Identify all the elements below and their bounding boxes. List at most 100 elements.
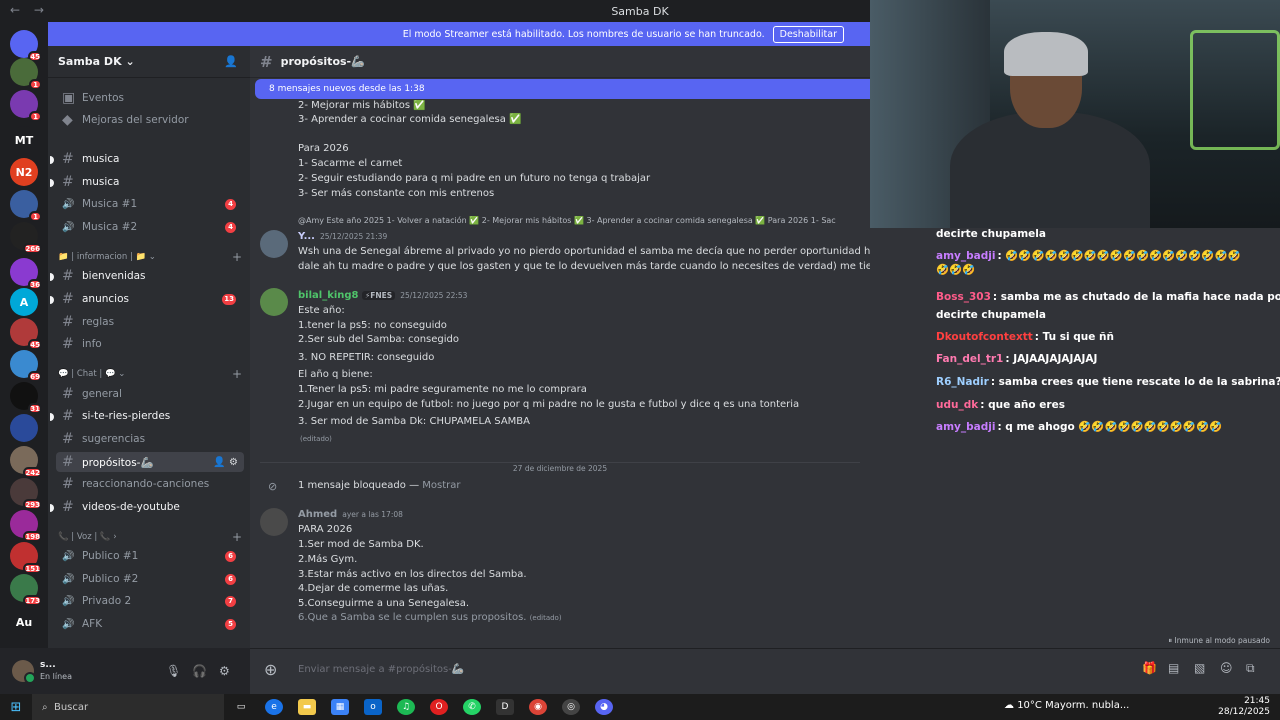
channel-voice-17[interactable]: 🔊 AFK 5 [56,614,244,634]
mention-badge: 6 [225,550,236,562]
server-icon-15[interactable]: 198 [10,510,42,542]
avatar[interactable] [12,660,36,684]
taskbar-search[interactable]: ⌕ Buscar [32,694,224,720]
invite-icon[interactable]: 👤 [224,55,238,68]
message-line: dale ah tu madre o padre y que los gaste… [298,261,870,272]
server-header[interactable]: Samba DK ⌄ 👤 [48,46,250,78]
channel-text-9[interactable]: # si-te-ries-pierdes [50,406,244,426]
channel-text-5[interactable]: # anuncios 13 [50,289,244,309]
reply-reference[interactable]: @Amy Este año 2025 1- Volver a natación … [298,216,870,225]
server-icon-12[interactable] [10,414,38,442]
avatar[interactable] [260,508,288,536]
channel-text-11[interactable]: # propósitos-🦾 👤 ⚙ [56,452,244,472]
add-channel-icon[interactable]: + [232,367,242,381]
whatsapp-icon[interactable]: ✆ [463,699,481,715]
channel-label: musica [82,176,120,188]
back-icon[interactable]: ← [10,3,20,17]
add-channel-icon[interactable]: + [232,250,242,264]
server-icon-2[interactable]: 1 [10,90,42,122]
server-icon-3[interactable]: MT [10,126,38,154]
server-badge: 1 [29,211,42,222]
forward-icon[interactable]: → [34,3,44,17]
message-input[interactable]: Enviar mensaje a #propósitos-🦾 [298,664,464,675]
channel-text-13[interactable]: # videos-de-youtube [50,497,244,517]
channel-voice-3[interactable]: 🔊 Musica #2 4 [56,217,244,237]
gift-icon[interactable]: 🎁 [1142,661,1157,675]
server-icon-16[interactable]: 151 [10,542,42,574]
headphones-icon[interactable]: 🎧 [192,664,207,678]
channel-text-0[interactable]: # musica [50,149,244,169]
channel-text-7[interactable]: # info [56,334,244,354]
gif-icon[interactable]: ▤ [1168,661,1179,675]
server-icon-8[interactable]: A [10,288,38,316]
server-icon-4[interactable]: N2 [10,158,38,186]
file-explorer-icon[interactable]: ▬ [298,699,316,715]
add-channel-icon[interactable]: + [232,530,242,544]
apps-icon[interactable]: ⧉ [1246,661,1255,676]
task-view-icon[interactable]: ▭ [232,699,250,715]
opera-icon[interactable]: O [430,699,448,715]
stream-chat-line: decirte chupamela [936,225,1276,243]
spotify-icon[interactable]: ♫ [397,699,415,715]
message-author[interactable]: Ahmed ayer a las 17:08 [298,509,403,520]
store-icon[interactable]: ▦ [331,699,349,715]
category-informacion[interactable]: 📁 | informacion | 📁 ⌄ + [58,250,242,264]
server-icon-6[interactable]: 266 [10,222,42,254]
channel-voice-14[interactable]: 🔊 Publico #1 6 [56,546,244,566]
events-item[interactable]: ▣ Eventos [56,88,244,108]
windows-start-icon[interactable]: ⊞ [0,700,32,715]
disable-streamer-button[interactable]: Deshabilitar [772,25,844,43]
discord-icon[interactable]: 45 [10,30,42,62]
chrome-icon[interactable]: ◉ [529,699,547,715]
server-icon-13[interactable]: 242 [10,446,42,478]
microphone-icon[interactable]: 🎙 [166,664,181,678]
stream-chat-line: decirte chupamela [936,306,1276,324]
channel-voice-16[interactable]: 🔊 Privado 2 7 [56,591,244,611]
system-clock[interactable]: 21:45 28/12/2025 [1218,696,1270,718]
channel-voice-15[interactable]: 🔊 Publico #2 6 [56,569,244,589]
emoji-icon[interactable]: ☺ [1220,661,1233,675]
message-author[interactable]: Y... 25/12/2025 21:39 [298,231,387,242]
server-badge: 36 [28,279,42,290]
app-icon[interactable]: D [496,699,514,715]
channel-text-4[interactable]: # bienvenidas [50,266,244,286]
weather-widget[interactable]: ☁ 10°C Mayorm. nubla... [1004,700,1129,711]
server-icon-7[interactable]: 36 [10,258,42,290]
server-icon-1[interactable]: 1 [10,58,42,90]
server-label: MT [14,133,34,147]
add-attachment-icon[interactable]: ⊕ [264,660,277,679]
show-blocked-link[interactable]: Mostrar [422,480,460,491]
hashtag-icon: # [62,268,74,284]
server-icon-9[interactable]: 45 [10,318,42,350]
server-icon-18[interactable]: Au [10,608,38,636]
avatar[interactable] [260,288,288,316]
channel-text-1[interactable]: # musica [50,172,244,192]
obs-icon[interactable]: ◎ [562,699,580,715]
gear-icon[interactable]: ⚙ [219,664,230,678]
channel-voice-2[interactable]: 🔊 Musica #1 4 [56,194,244,214]
server-icon-11[interactable]: 31 [10,382,42,414]
edge-icon[interactable]: e [265,699,283,715]
server-icon-5[interactable]: 1 [10,190,42,222]
channel-text-12[interactable]: # reaccionando-canciones [56,474,244,494]
avatar[interactable] [260,230,288,258]
hashtag-icon: # [62,151,74,167]
outlook-icon[interactable]: o [364,699,382,715]
server-icon-10[interactable]: 69 [10,350,42,382]
webcam-overlay [870,0,1280,228]
new-messages-bar[interactable]: 8 mensajes nuevos desde las 1:38 [255,79,870,99]
mention-badge: 4 [225,198,236,210]
server-icon-17[interactable]: 173 [10,574,42,606]
channel-text-8[interactable]: # general [56,384,244,404]
channel-text-6[interactable]: # reglas [56,312,244,332]
message-author[interactable]: bilal_king8 ⚡FNES 25/12/2025 22:53 [298,290,467,301]
category-chat[interactable]: 💬 | Chat | 💬 ⌄ + [58,367,242,381]
category-voz[interactable]: 📞 | Voz | 📞 › + [58,530,242,544]
discord-taskbar-icon[interactable]: ◕ [595,699,613,715]
boosts-item[interactable]: ◆ Mejoras del servidor [56,110,244,130]
channel-settings-icon[interactable]: 👤 ⚙ [213,457,238,468]
channel-text-10[interactable]: # sugerencias [56,429,244,449]
server-icon-14[interactable]: 293 [10,478,42,510]
hashtag-icon: # [62,476,74,492]
sticker-icon[interactable]: ▧ [1194,661,1205,675]
